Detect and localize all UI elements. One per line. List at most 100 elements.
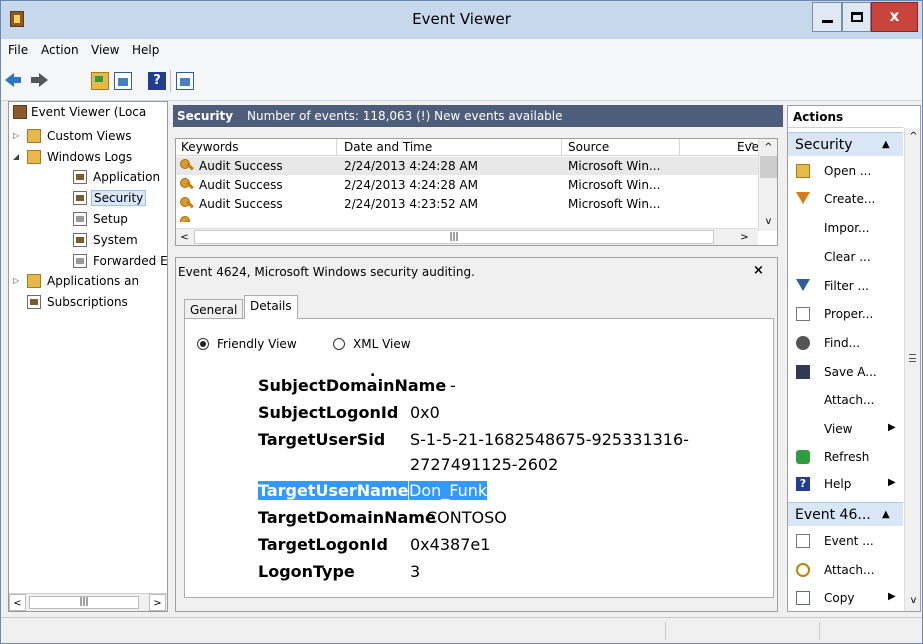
- scroll-left-icon[interactable]: <: [176, 229, 193, 245]
- scroll-right-icon[interactable]: >: [736, 229, 753, 245]
- xml-view-label[interactable]: XML View: [353, 337, 411, 351]
- menu-action[interactable]: Action: [41, 43, 79, 57]
- action-find[interactable]: Find...: [788, 331, 903, 357]
- action-clear-log[interactable]: Clear ...: [788, 245, 903, 271]
- table-row[interactable]: Audit Success 2/24/2013 4:24:28 AM Micro…: [176, 157, 758, 175]
- action-filter-log[interactable]: Filter ...: [788, 274, 903, 300]
- action-copy[interactable]: Copy ▶: [788, 586, 903, 611]
- tree-label: Application: [93, 170, 161, 184]
- cell-source: Microsoft Win...: [568, 197, 661, 211]
- action-open-saved-log[interactable]: Open ...: [788, 159, 903, 185]
- expand-arrow-icon[interactable]: ▷: [13, 276, 19, 285]
- section-label: Security: [795, 137, 853, 153]
- minimize-button[interactable]: [812, 2, 842, 32]
- close-details-icon[interactable]: ×: [753, 263, 764, 278]
- title-bar[interactable]: Event Viewer x: [1, 1, 922, 39]
- event-viewer-icon: [13, 105, 27, 119]
- actions-vertical-scrollbar[interactable]: ^ v: [904, 128, 920, 611]
- action-label: Impor...: [824, 221, 870, 235]
- table-row-partial[interactable]: [176, 214, 758, 222]
- back-arrow-icon[interactable]: [5, 73, 21, 87]
- tree-label: Setup: [93, 212, 128, 226]
- events-vertical-scrollbar[interactable]: ^ v: [758, 139, 777, 231]
- collapse-section-icon[interactable]: ▲: [882, 509, 890, 520]
- open-folder-icon[interactable]: [91, 72, 109, 90]
- xml-view-radio[interactable]: [333, 338, 345, 350]
- table-row[interactable]: Audit Success 2/24/2013 4:23:52 AM Micro…: [176, 195, 758, 213]
- scroll-grip-icon[interactable]: [909, 354, 916, 362]
- expand-arrow-icon[interactable]: ▷: [13, 131, 19, 140]
- column-source[interactable]: Source: [568, 140, 609, 154]
- subscriptions-icon: [27, 295, 41, 309]
- friendly-view-radio[interactable]: [197, 338, 209, 350]
- collapse-section-icon[interactable]: ▲: [882, 139, 890, 150]
- action-label: Create...: [824, 192, 876, 206]
- menu-view[interactable]: View: [91, 43, 119, 57]
- maximize-button[interactable]: [842, 2, 871, 32]
- column-separator[interactable]: [561, 139, 562, 156]
- scroll-right-icon[interactable]: >: [149, 594, 166, 611]
- events-horizontal-scrollbar[interactable]: < ||| >: [176, 228, 758, 245]
- actions-section-security[interactable]: Security ▲: [788, 132, 903, 156]
- action-help[interactable]: ? Help ▶: [788, 472, 903, 498]
- action-import-custom-view[interactable]: Impor...: [788, 216, 903, 242]
- scroll-thumb[interactable]: [760, 156, 777, 178]
- cell-source: Microsoft Win...: [568, 159, 661, 173]
- scroll-down-icon[interactable]: v: [760, 213, 777, 230]
- action-label: Help: [824, 477, 852, 491]
- action-create-custom-view[interactable]: Create...: [788, 187, 903, 213]
- status-bar: [1, 617, 922, 643]
- forward-arrow-icon[interactable]: [31, 73, 48, 87]
- column-separator[interactable]: [336, 139, 337, 156]
- action-attach-task-to-event[interactable]: Attach...: [788, 558, 903, 584]
- log-icon: [73, 254, 87, 268]
- collapse-arrow-icon[interactable]: ◢: [13, 152, 19, 161]
- actions-section-event[interactable]: Event 46... ▲: [788, 502, 903, 526]
- field-value: CONTOSO: [426, 508, 507, 527]
- log-event-count: Number of events: 118,063 (!) New events…: [247, 109, 563, 123]
- field-value: 3: [410, 562, 421, 581]
- tree-label: Applications an: [47, 274, 140, 288]
- show-action-pane-icon[interactable]: [176, 72, 194, 90]
- tab-details[interactable]: Details: [244, 295, 298, 319]
- log-title: Security: [177, 109, 234, 123]
- log-icon: [73, 212, 87, 226]
- column-keywords[interactable]: Keywords: [181, 140, 239, 154]
- field-value-selected: Don_Funk: [409, 481, 488, 500]
- field-value: 0x0: [410, 403, 440, 422]
- menu-file[interactable]: File: [8, 43, 28, 57]
- folder-icon: [27, 150, 41, 164]
- minimize-icon: [822, 20, 833, 23]
- tree-label: Security: [91, 190, 147, 206]
- close-button[interactable]: x: [871, 2, 918, 32]
- tab-general[interactable]: General: [184, 299, 244, 319]
- tree-horizontal-scrollbar[interactable]: < ||| >: [9, 593, 167, 611]
- column-date-time[interactable]: Date and Time: [344, 140, 432, 154]
- action-event-properties[interactable]: Event ...: [788, 529, 903, 555]
- menu-help[interactable]: Help: [132, 43, 159, 57]
- scroll-up-icon[interactable]: ^: [905, 128, 920, 145]
- field-key: SubjectLogonId: [258, 403, 399, 422]
- audit-success-key-icon: [180, 197, 194, 211]
- action-save-all-events[interactable]: Save A...: [788, 360, 903, 386]
- action-attach-task[interactable]: Attach...: [788, 388, 903, 414]
- scroll-left-icon[interactable]: <: [9, 594, 26, 611]
- tree-label: Event Viewer (Loca: [31, 105, 147, 119]
- action-view[interactable]: View ▶: [788, 417, 903, 443]
- help-icon[interactable]: ?: [148, 72, 166, 90]
- action-label: Event ...: [824, 534, 874, 548]
- show-hide-console-tree-icon[interactable]: [114, 72, 132, 90]
- scroll-thumb[interactable]: |||: [194, 230, 714, 244]
- menu-bar: File Action View Help: [1, 39, 922, 61]
- friendly-view-label[interactable]: Friendly View: [217, 337, 297, 351]
- action-refresh[interactable]: Refresh: [788, 445, 903, 471]
- action-properties[interactable]: Proper...: [788, 302, 903, 328]
- table-row[interactable]: Audit Success 2/24/2013 4:24:28 AM Micro…: [176, 176, 758, 194]
- column-separator[interactable]: [679, 139, 680, 156]
- field-key: TargetUserSid: [258, 430, 386, 449]
- scroll-thumb[interactable]: |||: [29, 596, 139, 609]
- event-data-view: . SubjectDomainName - SubjectLogonId 0x0…: [206, 371, 760, 581]
- scroll-down-icon[interactable]: v: [905, 592, 920, 609]
- scroll-up-icon[interactable]: ^: [760, 139, 777, 156]
- maximize-icon: [851, 12, 863, 22]
